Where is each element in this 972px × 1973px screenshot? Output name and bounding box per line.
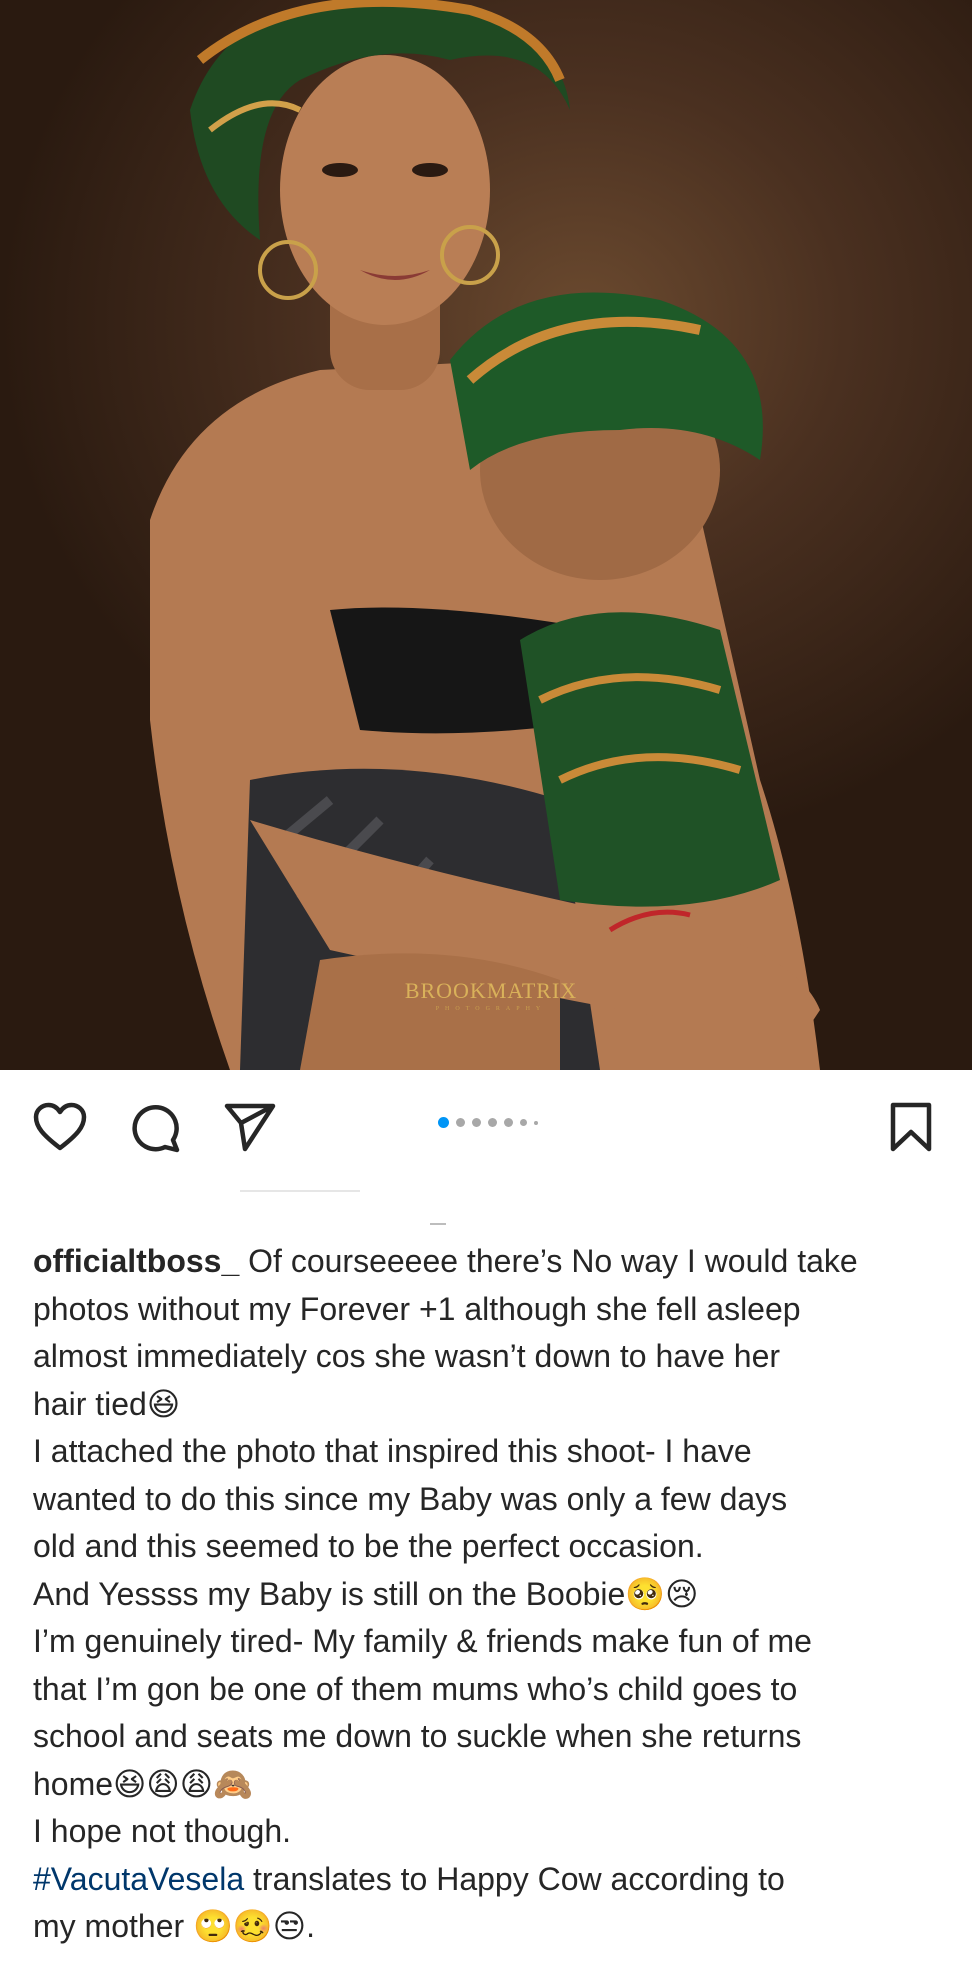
comment-button[interactable] xyxy=(126,1098,184,1156)
caption-line: And Yessss my Baby is still on the Boobi… xyxy=(33,1575,699,1612)
caption-line: #VacutaVesela translates to Happy Cow ac… xyxy=(33,1856,948,1904)
caption-line: home😆😩😩🙈 xyxy=(33,1765,253,1802)
paper-plane-icon xyxy=(224,1103,276,1152)
caption-line: I’m genuinely tired- My family & friends… xyxy=(33,1623,812,1659)
caption-line: photos without my Forever +1 although sh… xyxy=(33,1290,801,1327)
caption-line: that I’m gon be one of them mums who’s c… xyxy=(33,1670,798,1707)
save-button[interactable] xyxy=(882,1098,940,1156)
like-button[interactable] xyxy=(31,1098,89,1156)
caption-line: my mother 🙄🥴😒. xyxy=(33,1908,315,1944)
caption-line: old and this seemed to be the perfect oc… xyxy=(33,1528,704,1564)
post-caption: officialtboss_ Of courseeeee there’s No … xyxy=(33,1238,948,1951)
carousel-dot xyxy=(534,1120,538,1125)
caption-text: Of courseeeee there’s No way I would tak… xyxy=(239,1243,858,1279)
watermark-subtext: PHOTOGRAPHY xyxy=(435,1006,547,1012)
carousel-dot xyxy=(488,1118,497,1127)
caption-line: school and seats me down to suckle when … xyxy=(33,1718,802,1754)
carousel-dot xyxy=(456,1118,465,1127)
share-button[interactable] xyxy=(221,1098,279,1156)
caption-line: I attached the photo that inspired this … xyxy=(33,1433,752,1469)
divider xyxy=(240,1190,360,1192)
username-link[interactable]: officialtboss_ xyxy=(33,1243,239,1279)
hashtag-link[interactable]: #VacutaVesela xyxy=(33,1861,244,1897)
caption-text: translates to Happy Cow according to xyxy=(244,1860,785,1897)
carousel-dot xyxy=(520,1119,527,1126)
heart-icon xyxy=(33,1102,87,1151)
carousel-dot-active xyxy=(438,1117,449,1128)
caption-line: I hope not though. xyxy=(33,1813,291,1849)
carousel-dot xyxy=(504,1118,513,1127)
caption-line: almost immediately cos she wasn’t down t… xyxy=(33,1338,781,1374)
caption-line: wanted to do this since my Baby was only… xyxy=(33,1480,788,1517)
photo-illustration xyxy=(150,0,820,1070)
post-photo[interactable]: BROOKMATRIX PHOTOGRAPHY xyxy=(0,0,972,1070)
photo-watermark: BROOKMATRIX PHOTOGRAPHY xyxy=(386,978,596,1012)
caption-line: officialtboss_ Of courseeeee there’s No … xyxy=(33,1238,948,1286)
caption-line: hair tied😆 xyxy=(33,1385,181,1422)
bookmark-icon xyxy=(890,1102,932,1152)
divider xyxy=(430,1223,446,1225)
carousel-dot xyxy=(472,1118,481,1127)
comment-icon xyxy=(132,1104,180,1153)
carousel-indicator xyxy=(438,1117,538,1128)
watermark-text: BROOKMATRIX xyxy=(404,978,578,1003)
